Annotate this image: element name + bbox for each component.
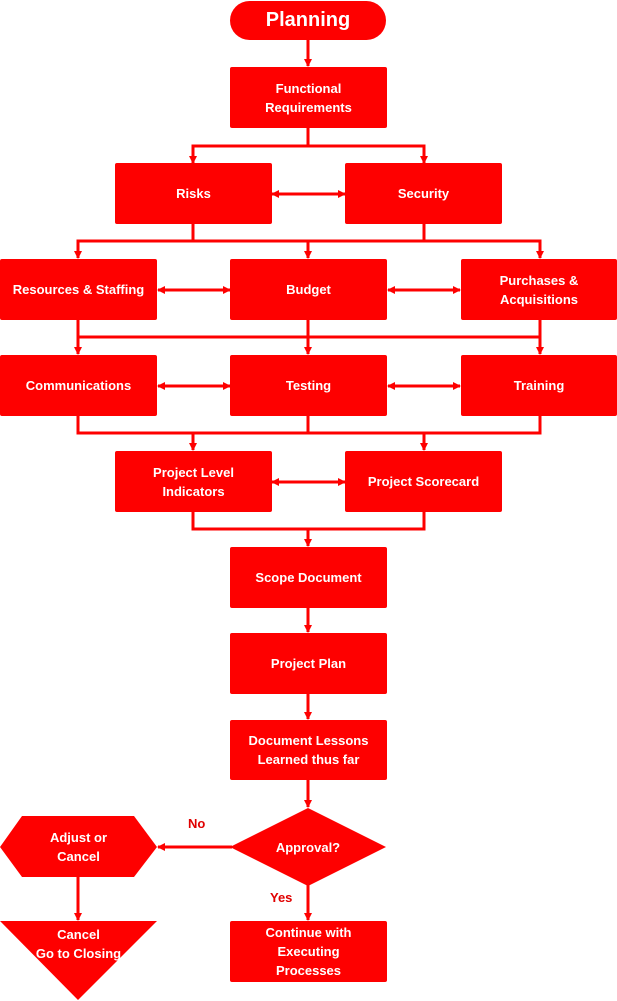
project-scorecard-node: Project Scorecard <box>345 451 502 512</box>
continue-executing-node: Continue with Executing Processes <box>230 921 387 982</box>
purchases-acquisitions-node: Purchases & Acquisitions <box>461 259 617 320</box>
cancel-closing-label: Cancel Go to Closing <box>35 927 122 961</box>
communications-node: Communications <box>0 355 157 416</box>
yes-edge-label: Yes <box>270 890 293 905</box>
training-node: Training <box>461 355 617 416</box>
functional-requirements-node: Functional Requirements <box>230 67 387 128</box>
project-plan-node: Project Plan <box>230 633 387 694</box>
document-lessons-node: Document Lessons Learned thus far <box>230 720 387 780</box>
no-edge-label: No <box>188 816 206 831</box>
resources-staffing-node: Resources & Staffing <box>0 259 157 320</box>
adjust-cancel-label: Adjust or Cancel <box>49 830 108 864</box>
approval-label: Approval? <box>275 839 341 855</box>
scope-document-node: Scope Document <box>230 547 387 608</box>
project-level-indicators-node: Project Level Indicators <box>115 451 272 512</box>
security-node: Security <box>345 163 502 224</box>
risks-node: Risks <box>115 163 272 224</box>
planning-terminal: Planning <box>230 1 386 40</box>
testing-node: Testing <box>230 355 387 416</box>
budget-node: Budget <box>230 259 387 320</box>
